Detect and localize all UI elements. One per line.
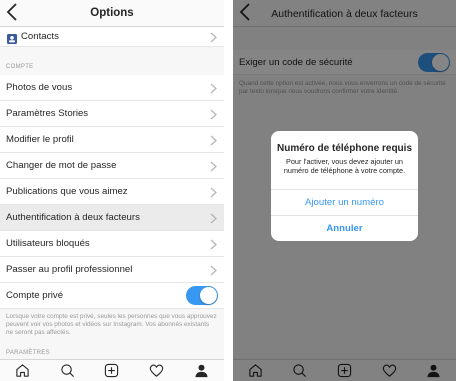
row-changer-mot-de-passe[interactable]: Changer de mot de passe <box>0 153 224 179</box>
contacts-row[interactable]: Contacts <box>0 27 224 47</box>
row-modifier-profil[interactable]: Modifier le profil <box>0 127 224 153</box>
section-parametres: PARAMÈTRES <box>6 350 50 356</box>
chevron-right-icon <box>210 159 218 172</box>
row-label: Publications que vous aimez <box>6 186 128 197</box>
row-photos-de-vous[interactable]: Photos de vous <box>0 75 224 101</box>
options-screen: Options Contacts COMPTE Photos de vous P… <box>0 0 224 381</box>
add-number-button[interactable]: Ajouter un numéro <box>271 189 418 215</box>
private-account-note: Lorsque votre compte est privé, seules l… <box>6 313 217 336</box>
options-header: Options <box>0 0 224 27</box>
contacts-icon <box>7 31 17 44</box>
toggle-knob <box>200 287 217 304</box>
row-utilisateurs-bloques[interactable]: Utilisateurs bloqués <box>0 231 224 257</box>
add-icon[interactable] <box>102 362 122 380</box>
phone-required-dialog: Numéro de téléphone requis Pour l'active… <box>271 131 418 241</box>
search-icon[interactable] <box>57 362 77 380</box>
row-label: Passer au profil professionnel <box>6 264 133 275</box>
chevron-right-icon <box>210 185 218 198</box>
chevron-right-icon <box>210 237 218 250</box>
row-label: Compte privé <box>6 290 64 301</box>
home-icon[interactable] <box>12 362 32 380</box>
row-label: Utilisateurs bloqués <box>6 238 90 249</box>
profile-icon[interactable] <box>192 362 212 380</box>
chevron-right-icon <box>210 107 218 120</box>
chevron-right-icon <box>210 263 218 276</box>
row-label: Photos de vous <box>6 82 73 93</box>
chevron-right-icon <box>210 133 218 146</box>
chevron-right-icon <box>210 81 218 94</box>
row-publications-aimees[interactable]: Publications que vous aimez <box>0 179 224 205</box>
row-profil-professionnel[interactable]: Passer au profil professionnel <box>0 257 224 283</box>
cancel-button[interactable]: Annuler <box>271 215 418 241</box>
tab-bar <box>0 359 224 381</box>
dialog-message: Pour l'activer, vous devez ajouter un nu… <box>283 157 406 175</box>
chevron-right-icon <box>210 211 218 224</box>
heart-icon[interactable] <box>147 362 167 380</box>
contacts-label: Contacts <box>21 31 59 42</box>
private-account-toggle[interactable] <box>186 286 218 305</box>
row-label: Paramètres Stories <box>6 108 89 119</box>
row-label: Modifier le profil <box>6 134 74 145</box>
row-compte-prive: Compte privé <box>0 283 224 309</box>
dialog-title: Numéro de téléphone requis <box>276 143 413 154</box>
row-parametres-stories[interactable]: Paramètres Stories <box>0 101 224 127</box>
chevron-right-icon <box>210 30 218 43</box>
two-factor-screen: Authentification à deux facteurs Exiger … <box>233 0 456 381</box>
row-label: Authentification à deux facteurs <box>6 212 140 223</box>
row-two-factor-auth[interactable]: Authentification à deux facteurs <box>0 205 224 231</box>
row-label: Changer de mot de passe <box>6 160 117 171</box>
section-compte: COMPTE <box>6 64 34 70</box>
page-title: Options <box>90 7 134 19</box>
